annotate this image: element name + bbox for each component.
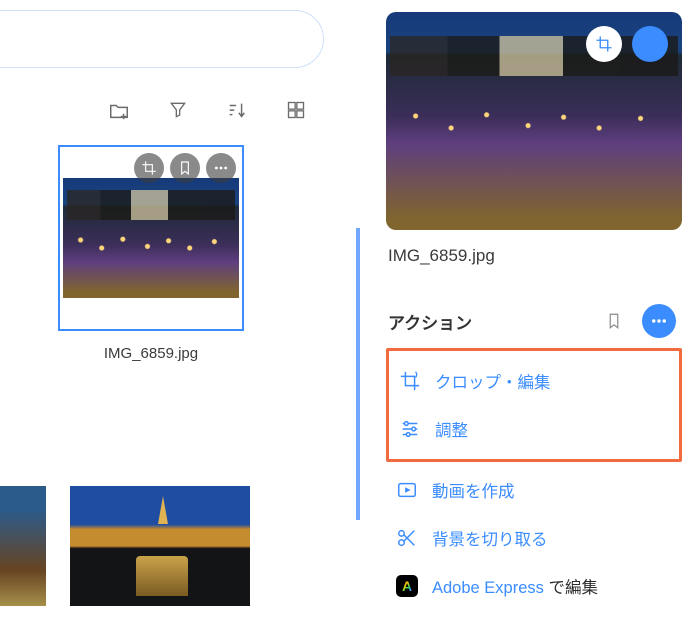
action-label: 調整 (435, 417, 468, 441)
selected-thumbnail[interactable] (58, 145, 244, 331)
bookmark-button[interactable] (600, 307, 628, 335)
crop-preview-button[interactable] (586, 26, 622, 62)
thumbnail-image (63, 178, 239, 298)
action-remove-background[interactable]: 背景を切り取る (386, 514, 682, 562)
panel-divider[interactable] (356, 0, 360, 634)
action-label: Adobe Express で編集 (432, 574, 598, 598)
action-label: クロップ・編集 (435, 369, 551, 393)
adobe-express-icon: A (396, 575, 418, 597)
filter-button[interactable] (168, 100, 188, 127)
more-icon[interactable] (206, 153, 236, 183)
action-crop-edit[interactable]: クロップ・編集 (389, 357, 679, 405)
add-folder-button[interactable] (108, 100, 130, 127)
preview-image (386, 12, 682, 230)
sort-button[interactable] (226, 100, 248, 127)
crop-icon[interactable] (134, 153, 164, 183)
actions-heading: アクション (388, 309, 600, 334)
more-actions-button[interactable] (642, 304, 676, 338)
bookmark-icon[interactable] (170, 153, 200, 183)
highlighted-actions: クロップ・編集 調整 (386, 348, 682, 462)
grid-view-button[interactable] (286, 100, 306, 127)
expand-button[interactable] (632, 26, 668, 62)
thumbnail-peek[interactable] (0, 486, 46, 606)
view-toolbar (0, 68, 324, 145)
thumbnail-temple[interactable] (70, 486, 250, 606)
thumbnail-caption: IMG_6859.jpg (58, 331, 244, 362)
sliders-icon (399, 418, 421, 440)
search-input[interactable] (0, 10, 324, 68)
action-adjust[interactable]: 調整 (389, 405, 679, 453)
preview-filename: IMG_6859.jpg (386, 230, 682, 266)
crop-icon (399, 370, 421, 392)
action-label: 背景を切り取る (432, 526, 548, 550)
scissors-icon (396, 527, 418, 549)
action-label: 動画を作成 (432, 478, 515, 502)
video-icon (396, 479, 418, 501)
action-adobe-express[interactable]: A Adobe Express で編集 (386, 562, 682, 610)
action-create-video[interactable]: 動画を作成 (386, 466, 682, 514)
